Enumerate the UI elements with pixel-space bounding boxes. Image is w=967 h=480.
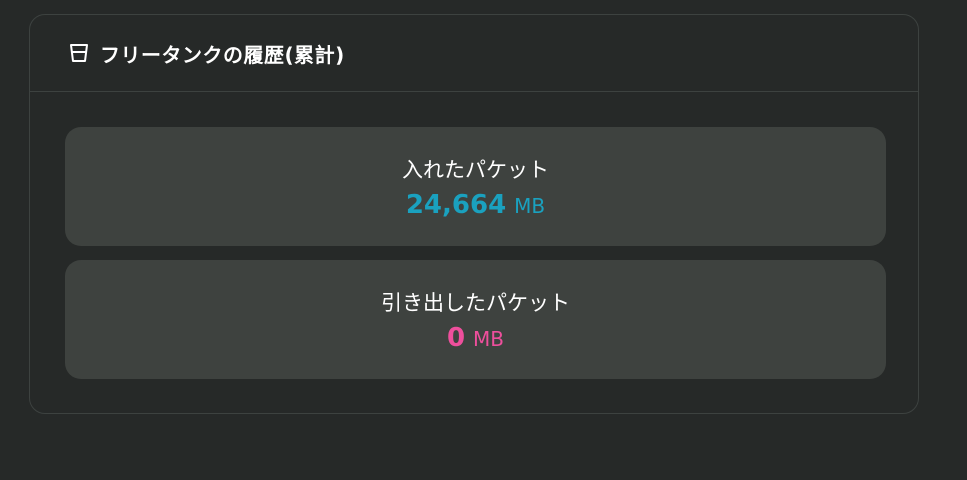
- card-header: フリータンクの履歴(累計): [30, 15, 918, 92]
- packets-in-unit: MB: [514, 193, 546, 218]
- packets-in-panel: 入れたパケット 24,664 MB: [65, 127, 886, 246]
- packets-in-value-row: 24,664 MB: [406, 190, 545, 220]
- card-title: フリータンクの履歴(累計): [100, 42, 345, 67]
- tank-icon: [68, 42, 90, 64]
- packets-in-label: 入れたパケット: [402, 157, 549, 182]
- packets-out-value-row: 0 MB: [447, 323, 504, 353]
- packets-out-value: 0: [446, 322, 466, 353]
- packets-out-panel: 引き出したパケット 0 MB: [65, 260, 886, 379]
- free-tank-history-card: フリータンクの履歴(累計) 入れたパケット 24,664 MB 引き出したパケッ…: [29, 14, 919, 414]
- packets-out-label: 引き出したパケット: [381, 290, 570, 315]
- packets-in-value: 24,664: [405, 189, 507, 220]
- packets-out-unit: MB: [473, 326, 505, 351]
